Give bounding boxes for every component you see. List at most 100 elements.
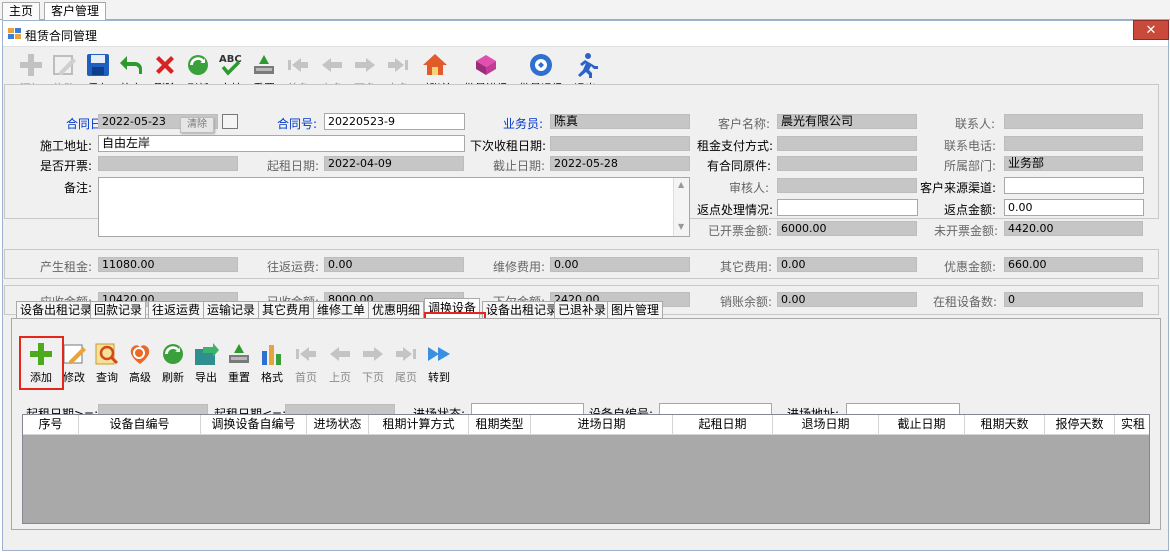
sub-edit-button[interactable]: 修改 — [60, 341, 88, 391]
sub-export-button[interactable]: 导出 — [192, 341, 220, 391]
tab-image-management[interactable]: 图片管理 — [607, 301, 664, 319]
last-page-icon — [396, 347, 416, 361]
close-button[interactable]: ✕ — [1133, 20, 1169, 40]
tab-device-rental-records[interactable]: 设备出租记录 — [482, 301, 563, 319]
tab-returned-supplement[interactable]: 已退补录 — [554, 301, 611, 319]
rebate-handle-label: 返点处理情况: — [697, 203, 774, 217]
first-icon — [288, 58, 308, 72]
fee-repair-field[interactable]: 0.00 — [550, 257, 690, 272]
fee-freight-label: 往返运费: — [267, 260, 320, 274]
sub-reset-label: 重置 — [228, 371, 250, 384]
app-tab-home[interactable]: 主页 — [2, 2, 41, 20]
sub-next-page-button[interactable]: 下页 — [359, 341, 387, 391]
grid-col-rent-type[interactable]: 租期类型 — [469, 415, 531, 435]
department-field[interactable]: 业务部 — [1004, 156, 1143, 171]
rebate-amount-field[interactable]: 0.00 — [1004, 199, 1144, 216]
grid-col-entry-date[interactable]: 进场日期 — [531, 415, 673, 435]
tab-freight-label: 往返运费 — [152, 303, 201, 317]
sub-export-label: 导出 — [195, 371, 217, 384]
total-renting-field[interactable]: 0 — [1004, 292, 1143, 307]
query-icon — [95, 343, 119, 365]
tab-payments-label: 回款记录 — [94, 303, 143, 317]
sub-goto-button[interactable]: 转到 — [425, 341, 453, 391]
site-address-field[interactable]: 自由左岸 — [98, 135, 465, 152]
rent-end-field[interactable]: 2022-05-28 — [550, 156, 690, 171]
grid-col-entry-status[interactable]: 进场状态 — [307, 415, 369, 435]
original-label: 有合同原件: — [707, 159, 772, 173]
app-tab-customer[interactable]: 客户管理 — [44, 2, 107, 20]
grid-col-rent-calc[interactable]: 租期计算方式 — [369, 415, 469, 435]
sub-first-page-button[interactable]: 首页 — [292, 341, 320, 391]
advanced-icon — [130, 345, 150, 364]
scroll-down-icon[interactable]: ▼ — [678, 222, 684, 231]
grid-col-exit-date-label: 退场日期 — [801, 417, 850, 431]
prev-icon — [322, 58, 342, 72]
grid-col-end-date[interactable]: 截止日期 — [879, 415, 965, 435]
phone-field[interactable] — [1004, 136, 1143, 151]
sub-reset-button[interactable]: 重置 — [225, 341, 253, 391]
tab-rental-records[interactable]: 设备出租记录 — [16, 301, 97, 319]
salesman-field[interactable]: 陈真 — [550, 114, 690, 129]
house-icon — [423, 54, 447, 75]
rent-start-field[interactable]: 2022-04-09 — [324, 156, 464, 171]
original-field[interactable] — [777, 156, 917, 171]
source-field[interactable] — [1004, 177, 1144, 194]
invoiced-field[interactable]: 6000.00 — [777, 221, 917, 236]
sub-reset-icon — [229, 344, 249, 363]
reviewer-field[interactable] — [777, 178, 917, 193]
rent-payment-field[interactable] — [777, 136, 917, 151]
sub-format-button[interactable]: 格式 — [258, 341, 286, 391]
fee-freight-field[interactable]: 0.00 — [324, 257, 464, 272]
remarks-scrollbar[interactable]: ▲ ▼ — [673, 178, 689, 236]
fee-discount-field[interactable]: 660.00 — [1004, 257, 1143, 272]
fee-other-field[interactable]: 0.00 — [777, 257, 917, 272]
sub-prev-page-button[interactable]: 上页 — [326, 341, 354, 391]
delete-icon — [156, 56, 174, 74]
tab-discount-details[interactable]: 优惠明细 — [368, 301, 425, 319]
rebate-handle-field[interactable] — [777, 199, 918, 216]
sub-refresh-button[interactable]: 刷新 — [159, 341, 187, 391]
tab-other-fees-label: 其它费用 — [262, 303, 311, 317]
sub-advanced-button[interactable]: 高级 — [126, 341, 154, 391]
tab-repair-orders[interactable]: 维修工单 — [313, 301, 370, 319]
tab-transport[interactable]: 运输记录 — [203, 301, 260, 319]
remarks-label: 备注: — [64, 181, 93, 195]
rent-payment-label: 租金支付方式: — [697, 139, 774, 153]
add-icon — [20, 54, 42, 76]
date-picker-dropdown[interactable] — [222, 114, 238, 129]
customer-name-field[interactable]: 晨光有限公司 — [777, 114, 917, 129]
sub-last-page-button[interactable]: 尾页 — [392, 341, 420, 391]
tab-payments[interactable]: 回款记录 — [90, 301, 147, 319]
grid-col-device-no[interactable]: 设备自编号 — [79, 415, 201, 435]
refresh-icon — [188, 55, 208, 75]
grid-col-rent-days[interactable]: 租期天数 — [965, 415, 1045, 435]
scroll-up-icon[interactable]: ▲ — [678, 180, 684, 189]
grid-col-index[interactable]: 序号 — [23, 415, 79, 435]
tab-freight[interactable]: 往返运费 — [148, 301, 205, 319]
grid-col-exit-date[interactable]: 退场日期 — [773, 415, 879, 435]
sub-query-button[interactable]: 查询 — [93, 341, 121, 391]
swap-device-grid[interactable]: 序号 设备自编号 调换设备自编号 进场状态 租期计算方式 租期类型 进场日期 起… — [22, 414, 1150, 524]
contract-no-field[interactable]: 20220523-9 — [324, 113, 465, 130]
goto-icon — [428, 347, 450, 361]
invoice-field[interactable] — [98, 156, 238, 171]
grid-col-stop-days[interactable]: 报停天数 — [1045, 415, 1115, 435]
grid-col-rent-start[interactable]: 起租日期 — [673, 415, 773, 435]
uninvoiced-field[interactable]: 4420.00 — [1004, 221, 1143, 236]
next-page-icon — [363, 347, 383, 361]
contact-field[interactable] — [1004, 114, 1143, 129]
abc-check-icon: ABC — [219, 54, 242, 76]
total-writeoff-field[interactable]: 0.00 — [777, 292, 917, 307]
grid-col-actual-rent[interactable]: 实租 — [1115, 415, 1151, 435]
next-collect-field[interactable] — [550, 136, 690, 151]
tab-other-fees[interactable]: 其它费用 — [258, 301, 315, 319]
window-titlebar: 租赁合同管理 ✕ — [3, 20, 1169, 47]
grid-col-swap-device-no[interactable]: 调换设备自编号 — [201, 415, 307, 435]
format-icon — [262, 345, 281, 365]
next-collect-label: 下次收租日期: — [470, 139, 547, 153]
fee-rent-label: 产生租金: — [40, 260, 93, 274]
last-icon — [388, 58, 408, 72]
remarks-textarea[interactable] — [98, 177, 690, 237]
fee-discount-label: 优惠金额: — [944, 260, 997, 274]
fee-rent-field[interactable]: 11080.00 — [98, 257, 238, 272]
